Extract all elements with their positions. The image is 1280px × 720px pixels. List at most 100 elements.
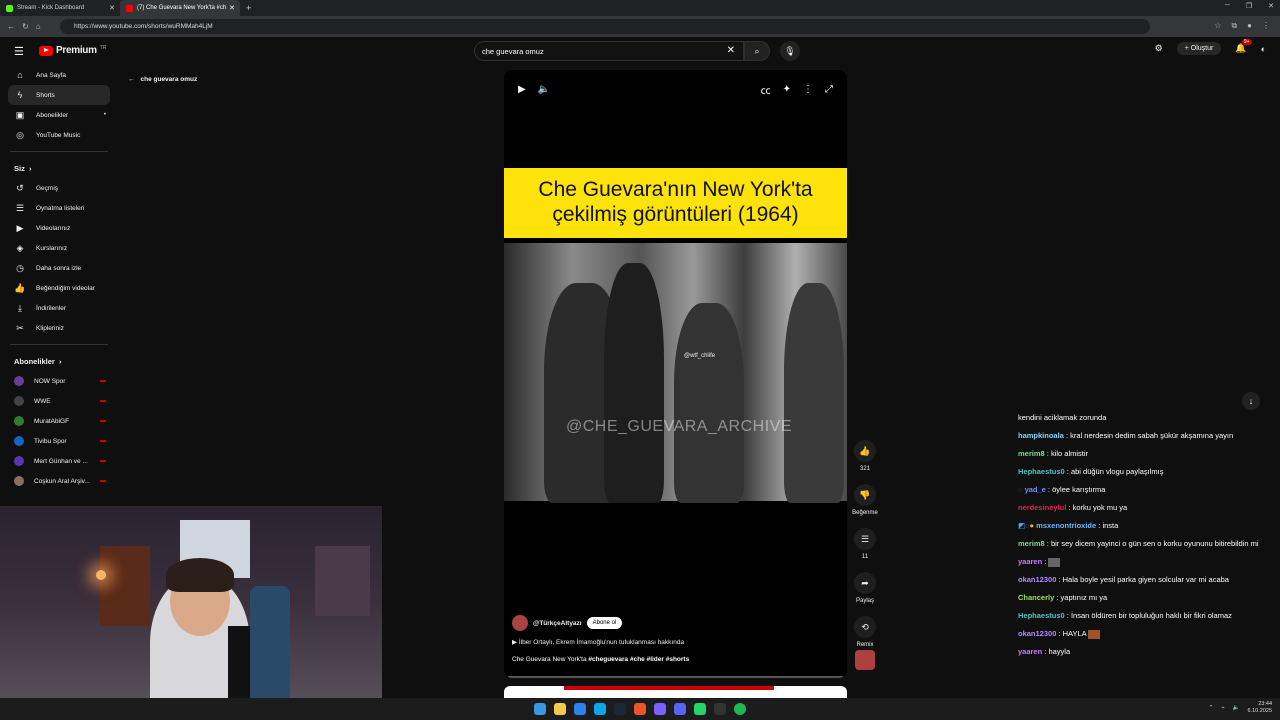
chat-username[interactable]: Hephaestus0: [1018, 611, 1065, 620]
comments-action[interactable]: ☰ 11: [850, 528, 880, 560]
sidebar-item-playlists[interactable]: ☰ Oynatma listeleri: [0, 198, 110, 218]
system-clock[interactable]: 23:44 6.10.2025: [1248, 701, 1272, 715]
browser-icon[interactable]: [634, 703, 646, 715]
bookmark-star-icon[interactable]: ☆: [1214, 21, 1221, 31]
voice-search-button[interactable]: 🎙: [780, 41, 800, 61]
network-icon[interactable]: ⌁: [1221, 705, 1224, 711]
obs-icon[interactable]: [714, 703, 726, 715]
discord-icon[interactable]: [674, 703, 686, 715]
chat-username[interactable]: Chancerly: [1018, 593, 1054, 602]
sidebar-item-watch-later[interactable]: ◷ Daha sonra izle: [0, 258, 110, 278]
create-button[interactable]: + Oluştur: [1176, 42, 1222, 55]
close-window-icon[interactable]: ✕: [1268, 2, 1274, 10]
captions-icon[interactable]: ㏄: [761, 82, 771, 97]
sidebar-subscriptions-header[interactable]: Abonelikler ›: [0, 351, 118, 371]
video-progress-bar[interactable]: [508, 676, 843, 678]
like-action[interactable]: 👍 321: [850, 440, 880, 472]
maximize-icon[interactable]: ❐: [1246, 2, 1252, 10]
twitch-icon[interactable]: [654, 703, 666, 715]
tab-youtube[interactable]: (7) Che Guevara New York'ta #ch ✕: [120, 0, 240, 16]
scroll-down-arrow-icon[interactable]: ↓: [1242, 392, 1260, 410]
volume-tray-icon[interactable]: 🔈: [1233, 705, 1240, 711]
store-icon[interactable]: [594, 703, 606, 715]
profile-icon[interactable]: ●: [1247, 21, 1252, 31]
share-icon[interactable]: ➦: [854, 572, 876, 594]
sidebar-item-home[interactable]: ⌂ Ana Sayfa: [0, 65, 110, 85]
sidebar-you-header[interactable]: Siz ›: [0, 158, 118, 178]
home-icon[interactable]: ⌂: [36, 22, 41, 31]
tab-kick-dashboard[interactable]: Stream - Kick Dashboard ✕: [0, 0, 120, 16]
shorts-player[interactable]: ▶ 🔈 ㏄ ✦ ⋮ ⤢ Che Guevara'nın New York'ta …: [504, 70, 847, 678]
audio-thumbnail[interactable]: [855, 650, 875, 670]
cast-icon[interactable]: ⚙: [1155, 43, 1163, 54]
sidebar-item-music[interactable]: ◎ YouTube Music: [0, 125, 110, 145]
fullscreen-icon[interactable]: ⤢: [825, 84, 833, 95]
clear-search-icon[interactable]: ✕: [727, 45, 735, 56]
file-explorer-icon[interactable]: [554, 703, 566, 715]
sidebar-item-clips[interactable]: ✂ Klipleriniz: [0, 318, 110, 338]
search-input[interactable]: che guevara omuz ✕: [474, 41, 744, 61]
close-tab-icon[interactable]: ✕: [109, 4, 115, 12]
thumbs-down-icon[interactable]: 👎: [854, 484, 876, 506]
next-short-preview[interactable]: [504, 686, 847, 698]
sidebar-item-downloads[interactable]: ⤓ İndirilenler: [0, 298, 110, 318]
notifications-bell-icon[interactable]: 🔔 9+: [1235, 39, 1252, 54]
minimize-icon[interactable]: ─: [1225, 2, 1230, 10]
sidebar-sub-item[interactable]: NOW Spor: [0, 371, 110, 391]
extensions-icon[interactable]: ⧉: [1231, 21, 1237, 31]
chat-username[interactable]: merim8: [1018, 539, 1045, 548]
volume-icon[interactable]: 🔈: [538, 84, 550, 95]
chat-username[interactable]: yaaren: [1018, 557, 1042, 566]
hamburger-menu-icon[interactable]: ☰: [14, 45, 24, 58]
thumbs-up-icon[interactable]: 👍: [854, 440, 876, 462]
remix-overlay-icon[interactable]: ✦: [783, 84, 791, 95]
sidebar-sub-item[interactable]: Tivibu Spor: [0, 431, 110, 451]
back-to-search[interactable]: ← che guevara omuz: [128, 76, 197, 83]
sidebar-item-subscriptions[interactable]: ▣ Abonelikler •: [0, 105, 110, 125]
back-arrow-icon[interactable]: ←: [7, 22, 15, 31]
channel-avatar[interactable]: [512, 615, 528, 631]
more-options-icon[interactable]: ⋮: [803, 84, 813, 95]
sidebar-sub-item[interactable]: Coşkun Aral Arşiv...: [0, 471, 110, 491]
sidebar-item-courses[interactable]: ◈ Kurslarınız: [0, 238, 110, 258]
menu-dots-icon[interactable]: ⋮: [1262, 21, 1270, 31]
sidebar-item-your-videos[interactable]: ▶ Videolarınız: [0, 218, 110, 238]
chat-username[interactable]: okan12300: [1018, 629, 1056, 638]
reload-icon[interactable]: ↻: [22, 22, 29, 31]
sidebar-sub-item[interactable]: Mert Günhan ve ...: [0, 451, 110, 471]
remix-icon[interactable]: ⟲: [854, 616, 876, 638]
steam-icon[interactable]: [614, 703, 626, 715]
edge-icon[interactable]: [574, 703, 586, 715]
video-title[interactable]: Che Guevara New York'ta #cheguevara #che…: [512, 656, 689, 663]
search-button[interactable]: ⌕: [744, 41, 770, 61]
channel-name[interactable]: @TürkçeAltyazı: [533, 620, 582, 627]
chat-username[interactable]: merim8: [1018, 449, 1045, 458]
tray-expand-icon[interactable]: ⌃: [1209, 705, 1214, 711]
chat-username[interactable]: Hephaestus0: [1018, 467, 1065, 476]
comment-icon[interactable]: ☰: [854, 528, 876, 550]
play-icon[interactable]: ▶: [518, 84, 526, 95]
sidebar-item-shorts[interactable]: ϟ Shorts: [8, 85, 110, 105]
chat-username[interactable]: okan12300: [1018, 575, 1056, 584]
chat-username[interactable]: yaaren: [1018, 647, 1042, 656]
share-action[interactable]: ➦ Paylaş: [850, 572, 880, 604]
chat-username[interactable]: hampkinoala: [1018, 431, 1064, 440]
sidebar-item-history[interactable]: ↺ Geçmiş: [0, 178, 110, 198]
spotify-icon[interactable]: [734, 703, 746, 715]
chat-username[interactable]: yad_e: [1025, 485, 1046, 494]
sidebar-item-liked[interactable]: 👍 Beğendiğim videolar: [0, 278, 110, 298]
account-avatar[interactable]: ◐: [1261, 44, 1266, 54]
dislike-action[interactable]: 👎 Beğenme: [850, 484, 880, 516]
close-tab-icon[interactable]: ✕: [229, 4, 235, 12]
related-video-link[interactable]: ▶ İlber Ortaylı, Ekrem İmamoğlu'nun tutu…: [512, 638, 684, 646]
video-hashtags[interactable]: #cheguevara #che #lider #shorts: [588, 656, 689, 663]
whatsapp-icon[interactable]: [694, 703, 706, 715]
subscribe-button[interactable]: Abone ol: [586, 617, 623, 629]
sidebar-sub-item[interactable]: MuratAbiGF: [0, 411, 110, 431]
youtube-logo[interactable]: Premium TR: [39, 45, 106, 56]
start-menu-icon[interactable]: [534, 703, 546, 715]
chat-username[interactable]: msxenontrioxide: [1036, 521, 1096, 530]
chat-username[interactable]: nerdesineylul: [1018, 503, 1066, 512]
sidebar-sub-item[interactable]: WWE: [0, 391, 110, 411]
url-field[interactable]: https://www.youtube.com/shorts/wuRMMah4L…: [60, 19, 1150, 34]
